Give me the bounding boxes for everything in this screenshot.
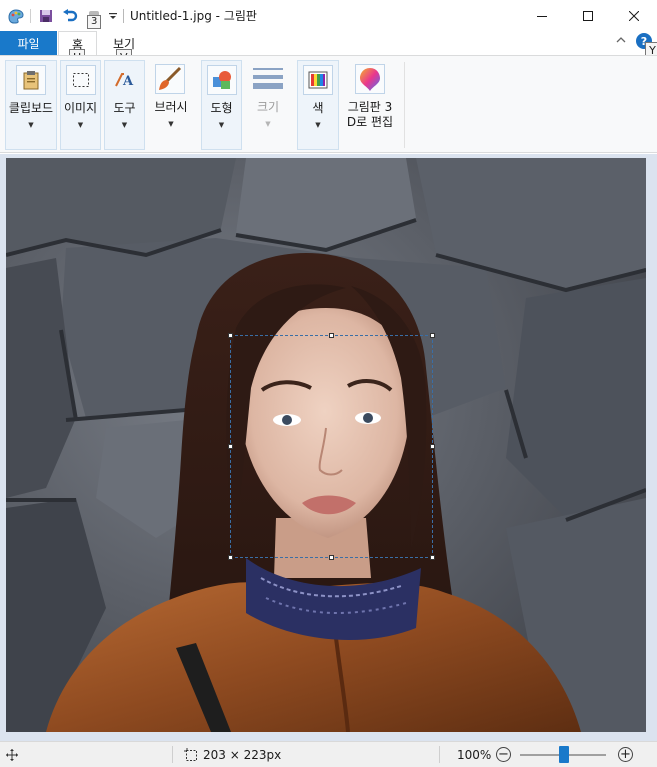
title-divider: [123, 8, 124, 23]
colors-group[interactable]: 색 ▼: [297, 60, 339, 150]
zoom-out-button[interactable]: −: [496, 747, 511, 762]
brushes-group[interactable]: 브러시 ▼: [148, 60, 194, 150]
maximize-icon[interactable]: [565, 0, 611, 31]
window-controls: [519, 0, 657, 31]
selection-size-icon: [184, 742, 198, 767]
selection-size: 203 × 223px: [203, 747, 282, 762]
image-group[interactable]: 이미지 ▼: [60, 60, 101, 150]
selection-handle[interactable]: [430, 555, 435, 560]
chevron-down-icon: ▼: [28, 121, 34, 129]
shapes-group[interactable]: 도형 ▼: [201, 60, 242, 150]
selection-handle[interactable]: [228, 333, 233, 338]
ribbon-divider: [404, 62, 405, 148]
clipboard-group[interactable]: 클립보드 ▼: [5, 60, 57, 150]
chevron-up-icon[interactable]: [615, 34, 627, 46]
paint3d-label-line1: 그림판 3: [347, 100, 393, 114]
status-divider: [439, 746, 440, 763]
brush-icon: [155, 64, 185, 94]
status-divider: [172, 746, 173, 763]
line-width-icon: [251, 64, 285, 94]
paint3d-group[interactable]: 그림판 3 D로 편집: [342, 60, 398, 150]
workspace[interactable]: [0, 154, 657, 741]
chevron-down-icon: ▼: [218, 121, 225, 129]
clipboard-icon: [16, 65, 46, 95]
status-bar: 203 × 223px 100% − +: [0, 741, 657, 767]
selection-handle[interactable]: [329, 333, 334, 338]
svg-text:A: A: [122, 74, 134, 89]
ribbon-tab-bar: 파일 홈 보기 H V ? Y: [0, 31, 657, 65]
paint3d-label-line2: D로 편집: [346, 115, 394, 129]
zoom-in-button[interactable]: +: [618, 747, 633, 762]
selection-handle[interactable]: [329, 555, 334, 560]
tools-label: 도구: [113, 101, 136, 115]
ribbon-home: 클립보드 ▼ 이미지 ▼ A 도구 ▼ 브러시 ▼ 도형 ▼ 크기 ▼ 색 ▼ …: [0, 55, 657, 153]
selection-handle[interactable]: [430, 333, 435, 338]
title-bar: 3 Untitled-1.jpg - 그림판: [0, 0, 657, 31]
window-title: Untitled-1.jpg - 그림판: [130, 9, 257, 23]
save-icon[interactable]: [37, 7, 55, 25]
zoom-level: 100%: [457, 747, 492, 762]
selection-rectangle[interactable]: [228, 333, 435, 560]
chevron-down-icon: ▼: [121, 121, 128, 129]
chevron-down-icon: ▼: [77, 121, 84, 129]
selection-handle[interactable]: [228, 444, 233, 449]
undo-keytip: 3: [87, 14, 102, 29]
select-rectangle-icon: [66, 65, 96, 95]
quick-access-divider: [30, 8, 31, 23]
zoom-slider-thumb[interactable]: [559, 746, 569, 763]
paint3d-icon: [355, 64, 385, 94]
text-tool-icon: A: [110, 65, 140, 95]
image-label: 이미지: [63, 101, 98, 115]
size-label: 크기: [256, 100, 280, 114]
shapes-icon: [207, 65, 237, 95]
size-group: 크기 ▼: [247, 60, 289, 150]
brushes-label: 브러시: [154, 100, 188, 114]
canvas[interactable]: [6, 158, 646, 732]
redo-icon[interactable]: 3: [85, 7, 103, 29]
paint-app-icon[interactable]: [6, 7, 26, 25]
chevron-down-icon: ▼: [168, 120, 174, 128]
shapes-label: 도형: [210, 101, 233, 115]
color-palette-icon: [303, 65, 333, 95]
clipboard-label: 클립보드: [8, 101, 54, 115]
chevron-down-icon: ▼: [315, 121, 321, 129]
customize-quick-access-icon[interactable]: [107, 7, 119, 25]
minimize-icon[interactable]: [519, 0, 565, 31]
close-icon[interactable]: [611, 0, 657, 31]
tab-file[interactable]: 파일: [0, 31, 57, 55]
move-cursor-icon: [6, 742, 18, 767]
colors-label: 색: [312, 101, 324, 115]
selection-handle[interactable]: [430, 444, 435, 449]
selection-handle[interactable]: [228, 555, 233, 560]
chevron-down-icon: ▼: [265, 120, 271, 128]
tools-group[interactable]: A 도구 ▼: [104, 60, 145, 150]
undo-icon[interactable]: [61, 7, 79, 25]
